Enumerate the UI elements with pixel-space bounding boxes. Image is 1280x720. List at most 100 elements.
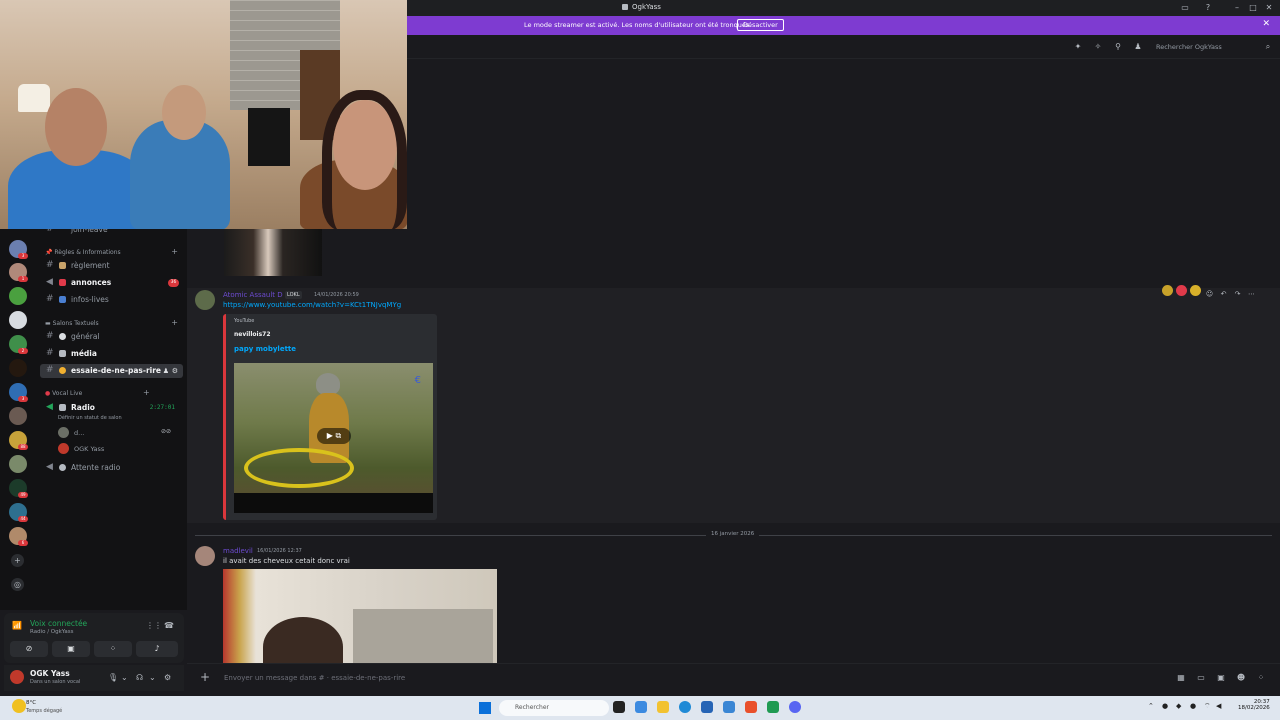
gif-icon[interactable]: ▭ xyxy=(1196,673,1206,683)
sticker-icon[interactable]: ▣ xyxy=(1216,673,1226,683)
server-badge: 6 xyxy=(18,540,28,546)
inbox-icon[interactable]: ▭ xyxy=(1180,3,1190,13)
tray-app-icon[interactable]: ● xyxy=(1162,702,1168,710)
set-channel-status[interactable]: Définir un statut de salon xyxy=(58,415,122,421)
server-icon[interactable] xyxy=(9,311,27,329)
start-icon[interactable] xyxy=(479,702,491,714)
avatar[interactable] xyxy=(195,290,215,310)
disconnect-icon[interactable]: ☎ xyxy=(164,621,174,630)
message-input[interactable]: Envoyer un message dans # · essaie-de-ne… xyxy=(224,674,405,682)
app-icon[interactable] xyxy=(635,701,647,713)
server-icon[interactable] xyxy=(9,287,27,305)
server-icon[interactable] xyxy=(9,455,27,473)
embed-author[interactable]: nevillois72 xyxy=(234,331,271,338)
chevron-down-icon[interactable]: ⌄ xyxy=(121,673,128,682)
discover-icon[interactable]: ◎ xyxy=(11,578,24,591)
camera-button[interactable]: ⊘ xyxy=(10,641,48,657)
tray-app-icon[interactable]: ◆ xyxy=(1176,702,1181,710)
channel-media[interactable]: # média xyxy=(40,347,183,361)
gift-icon[interactable]: ▦ xyxy=(1176,673,1186,683)
close-icon[interactable]: ✕ xyxy=(1264,3,1274,13)
chevron-up-icon[interactable]: ⌃ xyxy=(1148,702,1154,710)
gear-icon[interactable]: ⚙ xyxy=(164,673,171,682)
maximize-icon[interactable]: □ xyxy=(1248,3,1258,13)
noise-icon[interactable]: ⋮⋮ xyxy=(146,621,162,630)
category-rules[interactable]: 📌 Règles & Informations xyxy=(45,249,121,256)
weather-icon[interactable] xyxy=(12,699,26,713)
channel-essaie-de-ne-pas-rire[interactable]: # essaie-de-ne-pas-rire ♟ ⚙ xyxy=(40,364,183,378)
server-tag[interactable]: LOKL xyxy=(285,291,302,299)
channel-general[interactable]: # général xyxy=(40,330,183,344)
message-author[interactable]: madlevil xyxy=(223,547,253,555)
minimize-icon[interactable]: – xyxy=(1232,3,1242,13)
invite-icon[interactable]: ♟ xyxy=(163,367,169,375)
app-icon[interactable] xyxy=(767,701,779,713)
app-icon[interactable] xyxy=(701,701,713,713)
channel-reglement[interactable]: # règlement xyxy=(40,259,183,273)
voice-status[interactable]: Voix connectée xyxy=(30,619,87,628)
message-link[interactable]: https://www.youtube.com/watch?v=KCt1TNJv… xyxy=(223,301,401,309)
category-voice[interactable]: ● Vocal Live xyxy=(45,390,82,397)
voice-location[interactable]: Radio / OgkYass xyxy=(30,629,74,635)
more-icon[interactable]: ⋯ xyxy=(1246,289,1257,300)
threads-icon[interactable]: ✦ xyxy=(1073,42,1083,52)
activities-button[interactable]: ⁘ xyxy=(94,641,132,657)
forward-icon[interactable]: ↷ xyxy=(1232,289,1243,300)
emoji-icon[interactable] xyxy=(1190,285,1201,296)
system-clock[interactable]: 20:37 18/02/2026 xyxy=(1238,699,1270,711)
video-thumbnail[interactable]: € ▶ ⧉ xyxy=(234,363,433,513)
previous-message-image[interactable] xyxy=(224,229,322,276)
attach-icon[interactable]: + xyxy=(200,670,210,684)
signal-icon[interactable]: 📶 xyxy=(12,621,22,630)
user-name[interactable]: OGK Yass xyxy=(30,669,70,678)
search-input[interactable]: Rechercher OgkYass xyxy=(1156,40,1274,54)
pin-icon[interactable]: ⚲ xyxy=(1113,42,1123,52)
chevron-down-icon[interactable]: ⌄ xyxy=(149,673,156,682)
notifications-icon[interactable]: ✧ xyxy=(1093,42,1103,52)
microphone-icon[interactable]: 🎙 xyxy=(108,673,118,682)
message-author[interactable]: Atomic Assault D xyxy=(223,291,283,299)
emoji-icon[interactable]: ☻ xyxy=(1236,673,1246,683)
category-text[interactable]: ▬ Salons Textuels xyxy=(45,320,99,327)
embed-title[interactable]: papy mobylette xyxy=(234,345,296,353)
server-icon[interactable] xyxy=(9,359,27,377)
taskview-icon[interactable] xyxy=(613,701,625,713)
edge-icon[interactable] xyxy=(679,701,691,713)
settings-icon[interactable]: ⚙ xyxy=(172,367,178,375)
channel-annonces[interactable]: ◀ annonces 36 xyxy=(40,276,183,290)
banner-close-icon[interactable]: ✕ xyxy=(1262,19,1270,29)
voice-channel-attente[interactable]: ◀ Attente radio xyxy=(40,461,183,475)
taskbar-search[interactable]: Rechercher xyxy=(499,700,609,716)
screenshare-button[interactable]: ▣ xyxy=(52,641,90,657)
headphones-icon[interactable]: ☊ xyxy=(136,673,143,682)
members-icon[interactable]: ♟ xyxy=(1133,42,1143,52)
help-icon[interactable]: ? xyxy=(1203,3,1213,13)
weather-temp[interactable]: 8°C xyxy=(26,700,36,706)
disable-streamer-button[interactable]: Désactiver xyxy=(737,19,784,31)
server-icon[interactable] xyxy=(9,407,27,425)
message-image[interactable] xyxy=(223,569,497,663)
avatar[interactable] xyxy=(195,546,215,566)
play-icon[interactable]: ▶ ⧉ xyxy=(317,428,351,444)
brave-icon[interactable] xyxy=(745,701,757,713)
soundboard-button[interactable]: ♪ xyxy=(136,641,178,657)
add-channel-icon[interactable]: + xyxy=(143,388,150,397)
explorer-icon[interactable] xyxy=(657,701,669,713)
reply-icon[interactable]: ↶ xyxy=(1218,289,1229,300)
search-icon[interactable]: ⌕ xyxy=(1263,42,1273,52)
add-server-icon[interactable]: + xyxy=(11,554,24,567)
reaction-icon[interactable] xyxy=(1162,285,1173,296)
wifi-icon[interactable]: ⌔ xyxy=(1204,702,1211,711)
volume-icon[interactable]: ◀ xyxy=(1216,702,1221,710)
add-channel-icon[interactable]: + xyxy=(171,247,178,256)
avatar[interactable] xyxy=(10,670,24,684)
add-channel-icon[interactable]: + xyxy=(171,318,178,327)
heart-icon[interactable] xyxy=(1176,285,1187,296)
add-reaction-icon[interactable]: ☺ xyxy=(1204,289,1215,300)
app-icon[interactable] xyxy=(723,701,735,713)
tray-app-icon[interactable]: ● xyxy=(1190,702,1196,710)
voice-channel-radio[interactable]: ◀ Radio 2:27:01 xyxy=(40,401,183,415)
discord-icon[interactable] xyxy=(789,701,801,713)
channel-infos-lives[interactable]: # infos-lives xyxy=(40,293,183,307)
apps-icon[interactable]: ⁘ xyxy=(1256,673,1266,683)
